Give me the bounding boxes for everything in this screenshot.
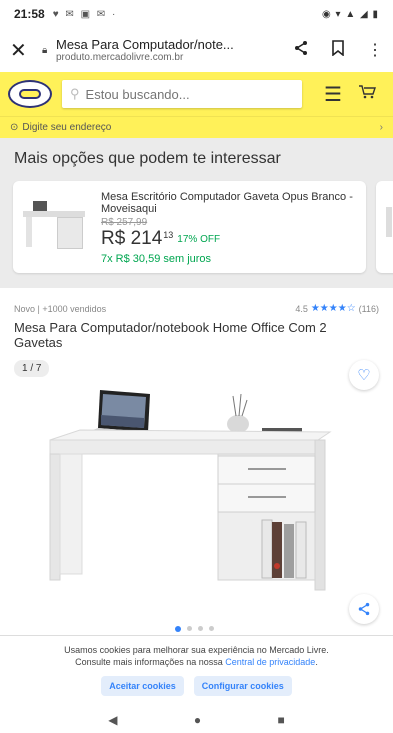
carousel-dots <box>175 626 214 632</box>
rating-stars: ★★★★☆ <box>310 303 356 314</box>
carousel-dot[interactable] <box>187 626 192 631</box>
menu-icon[interactable]: ☰ <box>324 82 342 107</box>
search-input[interactable] <box>85 86 286 102</box>
accept-cookies-button[interactable]: Aceitar cookies <box>101 676 184 696</box>
cart-icon[interactable] <box>358 84 376 105</box>
status-time: 21:58 <box>14 7 45 21</box>
image-counter: 1 / 7 <box>14 360 50 377</box>
more-vert-icon[interactable]: ⋮ <box>367 40 383 61</box>
status-bar: 21:58 ♥ ✉ ▣ ✉ · ◉ ▾ ▲ ◢ ▮ <box>0 0 393 28</box>
price-cents: 13 <box>163 230 174 240</box>
browser-title-area[interactable]: Mesa Para Computador/note... produto.mer… <box>56 37 279 63</box>
notification-icons: ♥ ✉ ▣ ✉ · <box>52 8 118 20</box>
product-meta: Novo | +1000 vendidos <box>14 304 107 314</box>
back-nav-icon[interactable]: ◀ <box>108 713 117 727</box>
chevron-right-icon: › <box>379 122 383 133</box>
location-pin-icon: ⊙ <box>10 122 19 133</box>
system-status-icons: ◉ ▾ ▲ ◢ ▮ <box>322 8 379 20</box>
carousel-dot-active[interactable] <box>175 626 181 632</box>
page-title: Mesa Para Computador/note... <box>56 37 234 52</box>
carousel-dot[interactable] <box>198 626 203 631</box>
site-header: ⚲ ☰ <box>0 72 393 116</box>
recommendation-name: Mesa Escritório Computador Gaveta Opus B… <box>101 191 353 215</box>
mercadolivre-logo[interactable] <box>8 80 52 108</box>
configure-cookies-button[interactable]: Configurar cookies <box>193 676 292 696</box>
recommendation-old-price: R$ 257,99 <box>101 217 148 228</box>
rating-value: 4.5 <box>295 303 308 314</box>
reviews-count: (116) <box>358 303 379 314</box>
recommendation-price: R$ 214 13 17% OFF <box>101 228 356 250</box>
search-icon: ⚲ <box>70 86 80 101</box>
product-title: Mesa Para Computador/notebook Home Offic… <box>14 320 327 350</box>
cookie-text-1: Usamos cookies para melhorar sua experiê… <box>64 645 329 655</box>
recommendation-card[interactable]: Mesa Escritório Computador Gaveta Opus B… <box>13 181 366 273</box>
price-value: R$ 214 <box>101 228 163 249</box>
installments: 7x R$ 30,59 sem juros <box>101 253 212 265</box>
lock-icon: 🔒︎ <box>42 44 48 56</box>
recommendation-card-next[interactable] <box>376 181 393 273</box>
cookie-banner: Usamos cookies para melhorar sua experiê… <box>0 626 393 707</box>
product-image[interactable] <box>40 380 360 620</box>
discount-badge: 17% OFF <box>177 234 221 245</box>
recommendation-image <box>23 197 87 261</box>
system-navbar: ◀ ● ■ <box>0 707 393 733</box>
section-title: Mais opções que podem te interessar <box>14 150 281 167</box>
product-rating[interactable]: 4.5 ★★★★☆ (116) <box>295 303 379 314</box>
recents-nav-icon[interactable]: ■ <box>278 713 285 727</box>
search-box[interactable]: ⚲ <box>62 80 302 108</box>
carousel-dot[interactable] <box>209 626 214 631</box>
home-nav-icon[interactable]: ● <box>194 713 201 727</box>
product-section: Novo | +1000 vendidos 4.5 ★★★★☆ (116) Me… <box>0 288 393 635</box>
page-url: produto.mercadolivre.com.br <box>56 52 184 63</box>
close-tab-icon[interactable]: ✕ <box>10 38 42 63</box>
privacy-center-link[interactable]: Central de privacidade <box>225 657 315 667</box>
share-product-icon[interactable] <box>349 594 379 624</box>
cookie-text-2: Consulte mais informações na nossa Centr… <box>75 657 318 667</box>
address-label: Digite seu endereço <box>22 122 112 133</box>
browser-toolbar: ✕ 🔒︎ Mesa Para Computador/note... produt… <box>0 28 393 72</box>
share-icon[interactable] <box>293 40 309 61</box>
address-bar[interactable]: ⊙ Digite seu endereço › <box>0 116 393 138</box>
bookmark-icon[interactable] <box>331 39 345 61</box>
